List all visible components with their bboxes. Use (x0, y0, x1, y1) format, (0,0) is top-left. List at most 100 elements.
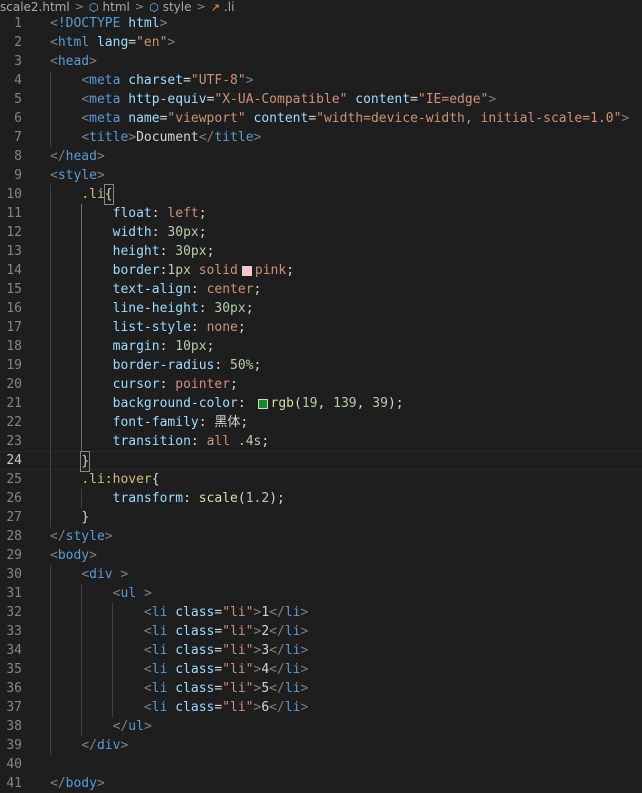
code-editor[interactable]: 1 < !DOCTYPE html >2 < html lang = "en" >3 < head >… (0, 14, 642, 791)
code-content: .li:hover{ (50, 470, 160, 489)
code-line[interactable]: 7 < title > Document </title > (0, 128, 642, 147)
code-line[interactable]: 9 < style > (0, 166, 642, 185)
code-token: } (81, 510, 90, 525)
code-token: = (308, 111, 317, 126)
code-line[interactable]: 11 float: left; (0, 204, 642, 223)
line-number: 12 (6, 225, 22, 240)
code-token: body (57, 548, 90, 563)
code-line[interactable]: 38 </ul > (0, 717, 642, 736)
code-token: html (57, 35, 90, 50)
code-token: : (159, 377, 176, 392)
code-token: ; (206, 339, 215, 354)
code-line[interactable]: 33 < li class = "li" >2 </li > (0, 622, 642, 641)
code-token: 19 (301, 396, 318, 411)
code-line[interactable]: 21 background-color: rgb(19, 139, 39); (0, 394, 642, 413)
line-number: 29 (6, 548, 22, 563)
code-token: > (89, 54, 97, 69)
breadcrumb-item-style[interactable]: ⬡ style (149, 0, 191, 14)
breadcrumb-file[interactable]: scale2.html (0, 0, 70, 14)
code-token: ; (245, 301, 254, 316)
code-token: < (143, 624, 152, 639)
code-token: "width=device-width, initial-scale=1.0" (316, 111, 622, 126)
code-line[interactable]: 36 < li class = "li" >5 </li > (0, 679, 642, 698)
code-line[interactable]: 1 < !DOCTYPE html > (0, 14, 642, 33)
code-token: { (151, 472, 160, 487)
code-token: 6 (261, 700, 270, 715)
code-line[interactable]: 34 < li class = "li" >3 </li > (0, 641, 642, 660)
code-line[interactable]: 22 font-family: 黑体; (0, 413, 642, 432)
breadcrumb-item-label: html (102, 0, 130, 14)
code-line[interactable]: 6 < meta name = "viewport" content = "width=d… (0, 109, 642, 128)
code-token: 30px (167, 225, 199, 240)
chevron-right-icon: > (74, 0, 84, 13)
code-line[interactable]: 39 </div > (0, 736, 642, 755)
code-content: < li class = "li" >1 </li > (50, 603, 308, 622)
code-token: </ (50, 149, 66, 164)
breadcrumb-item-label: style (162, 0, 192, 14)
code-token: div (96, 738, 121, 753)
code-token: li (284, 624, 301, 639)
code-line[interactable]: 8 </head > (0, 147, 642, 166)
code-content: } (50, 451, 91, 472)
code-line[interactable]: 17 list-style: none; (0, 318, 642, 337)
code-line[interactable]: 3 < head > (0, 52, 642, 71)
code-token: </ (269, 681, 285, 696)
code-line[interactable]: 12 width: 30px; (0, 223, 642, 242)
cube-element-icon: ⬡ (88, 0, 99, 14)
code-token: scale (198, 491, 238, 506)
breadcrumb-item-selector[interactable]: ↗ .li (211, 0, 235, 14)
code-line[interactable]: 13 height: 30px; (0, 242, 642, 261)
line-number: 7 (14, 130, 22, 145)
color-swatch[interactable] (241, 265, 252, 276)
code-content: float: left; (50, 204, 207, 223)
code-content: width: 30px; (50, 223, 207, 242)
code-line[interactable]: 23 transition: all .4s; (0, 432, 642, 451)
code-line[interactable]: 24 } (0, 451, 642, 472)
breadcrumb-item-html[interactable]: ⬡ html (89, 0, 130, 14)
code-token: body (65, 776, 97, 791)
code-token: ; (261, 434, 270, 449)
code-token: background-color (112, 396, 238, 411)
color-swatch[interactable] (257, 398, 268, 409)
code-token: ( (237, 491, 246, 506)
code-line[interactable]: 31 < ul > (0, 584, 642, 603)
code-token: > (253, 643, 262, 658)
code-token: li (284, 605, 301, 620)
code-line[interactable]: 15 text-align: center; (0, 280, 642, 299)
code-line[interactable]: 5 < meta http-equiv = "X-UA-Compatible" con… (0, 90, 642, 109)
code-line[interactable]: 20 cursor: pointer; (0, 375, 642, 394)
code-line[interactable]: 18 margin: 10px; (0, 337, 642, 356)
code-line[interactable]: 27 } (0, 508, 642, 527)
code-line[interactable]: 14 border:1px solid pink; (0, 261, 642, 280)
code-token: = (214, 624, 223, 639)
code-line[interactable]: 32 < li class = "li" >1 </li > (0, 603, 642, 622)
code-token: < (50, 54, 58, 69)
code-token: ; (198, 206, 207, 221)
code-line[interactable]: 16 line-height: 30px; (0, 299, 642, 318)
code-line[interactable]: 29 < body > (0, 546, 642, 565)
code-token: </ (50, 776, 66, 791)
code-token: > (104, 529, 113, 544)
code-line[interactable]: 10 .li{ (0, 184, 642, 205)
code-line[interactable]: 37 < li class = "li" >6 </li > (0, 698, 642, 717)
code-line[interactable]: 30 < div > (0, 565, 642, 584)
code-line[interactable]: 28 </style > (0, 527, 642, 546)
code-line[interactable]: 41 </body > (0, 774, 642, 793)
code-token: , (356, 396, 373, 411)
code-token: : (198, 415, 215, 430)
code-line[interactable]: 19 border-radius: 50%; (0, 356, 642, 375)
code-line[interactable]: 35 < li class = "li" >4 </li > (0, 660, 642, 679)
code-line[interactable]: 40 (0, 755, 642, 774)
code-token: ; (198, 225, 207, 240)
code-line[interactable]: 25 .li:hover{ (0, 470, 642, 489)
code-line[interactable]: 4 < meta charset = "UTF-8" > (0, 71, 642, 90)
code-token: content (253, 111, 309, 126)
code-token: li (151, 643, 168, 658)
code-line[interactable]: 26 transform: scale(1.2); (0, 489, 642, 508)
code-line[interactable]: 2 < html lang = "en" > (0, 33, 642, 52)
